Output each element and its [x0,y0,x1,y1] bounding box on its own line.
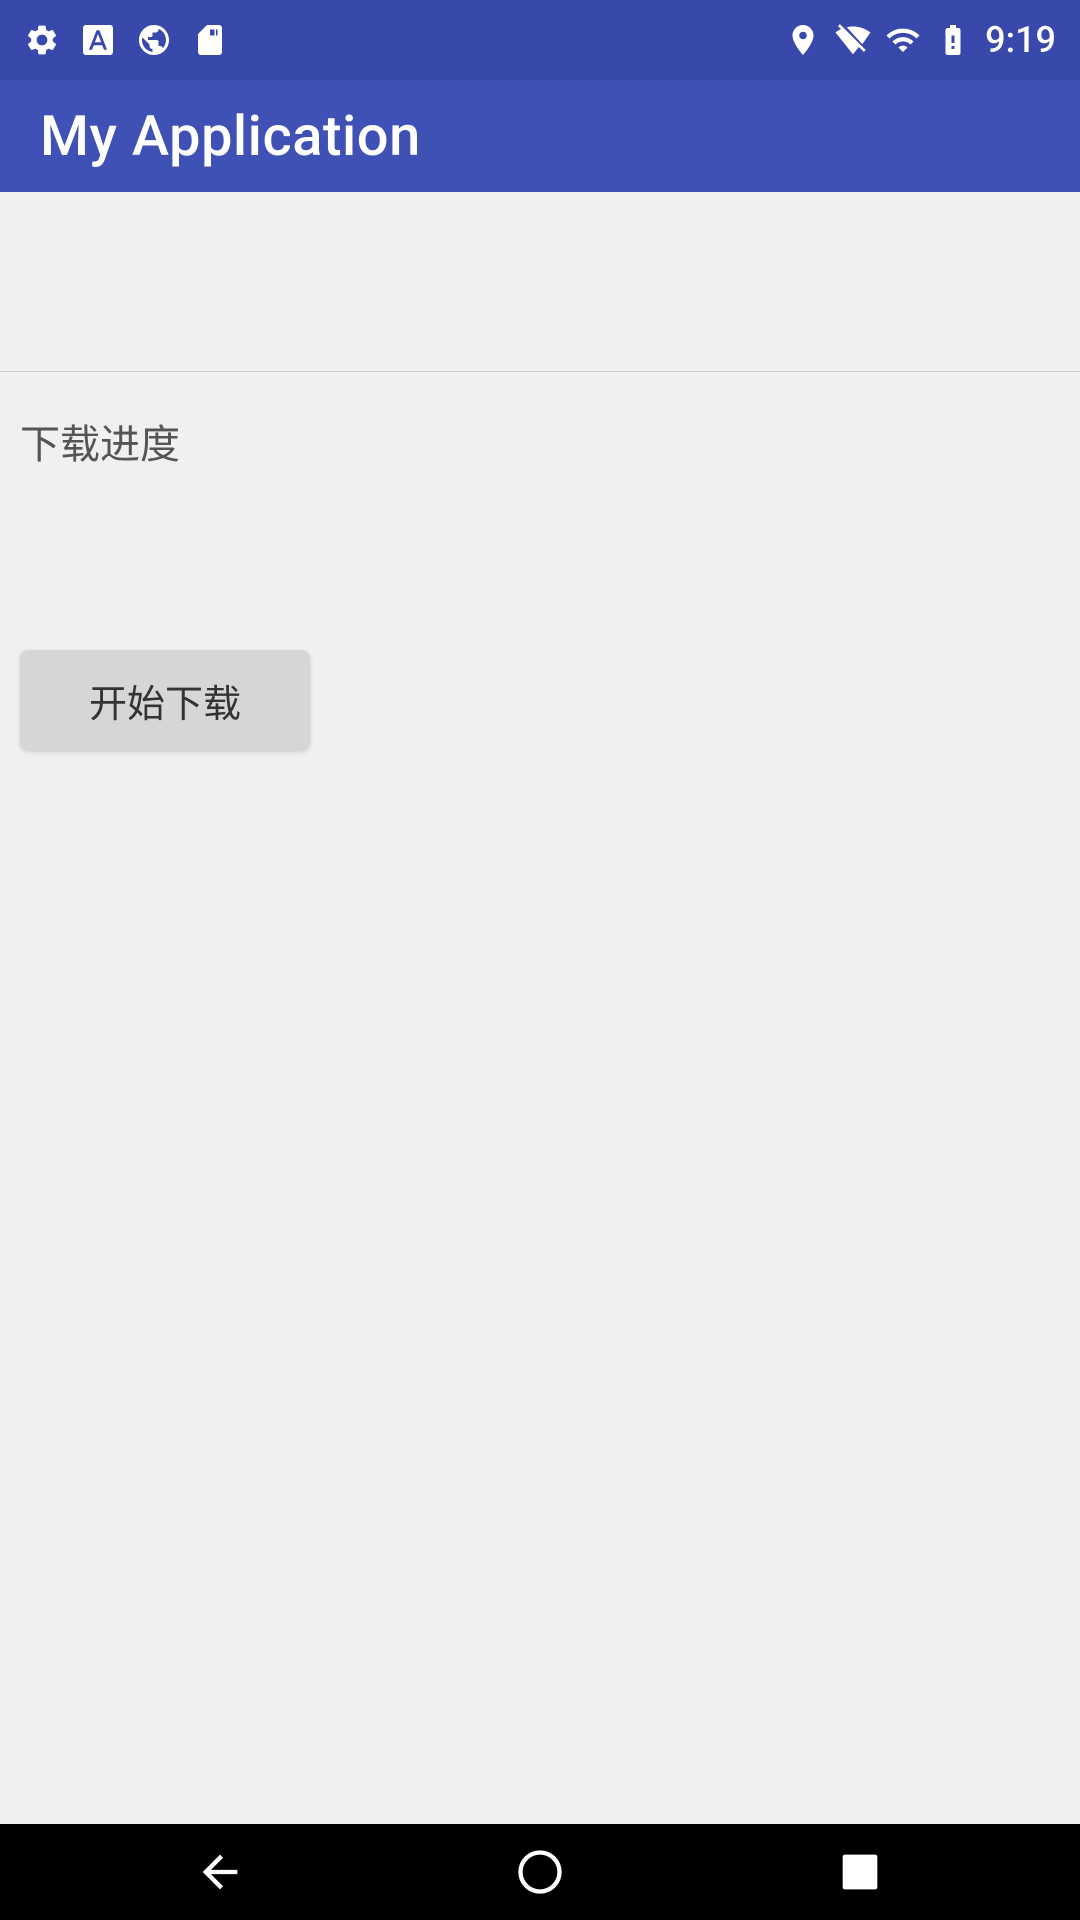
home-button[interactable] [500,1832,580,1912]
app-bar: My Application [0,80,1080,192]
signal-icon [885,22,921,58]
progress-area [20,530,1060,590]
settings-icon [24,22,60,58]
wifi-no-icon [835,22,871,58]
main-content: 下载进度 开始下载 [0,372,1080,790]
sdcard-icon [192,22,228,58]
download-progress-label: 下载进度 [20,412,1060,470]
content-area: 下载进度 开始下载 [0,192,1080,1824]
status-bar-right-icons: 9:19 [785,19,1056,61]
font-icon [80,22,116,58]
nav-bar [0,1824,1080,1920]
location-icon [785,22,821,58]
app-title: My Application [40,103,421,169]
back-button[interactable] [180,1832,260,1912]
status-bar-left-icons [24,22,228,58]
status-bar: 9:19 [0,0,1080,80]
start-download-button[interactable]: 开始下载 [20,650,310,750]
top-spacer [0,192,1080,372]
bottom-spacer [0,790,1080,1824]
globe-icon [136,22,172,58]
recents-button[interactable] [820,1832,900,1912]
status-time: 9:19 [985,19,1056,61]
battery-icon [935,22,971,58]
